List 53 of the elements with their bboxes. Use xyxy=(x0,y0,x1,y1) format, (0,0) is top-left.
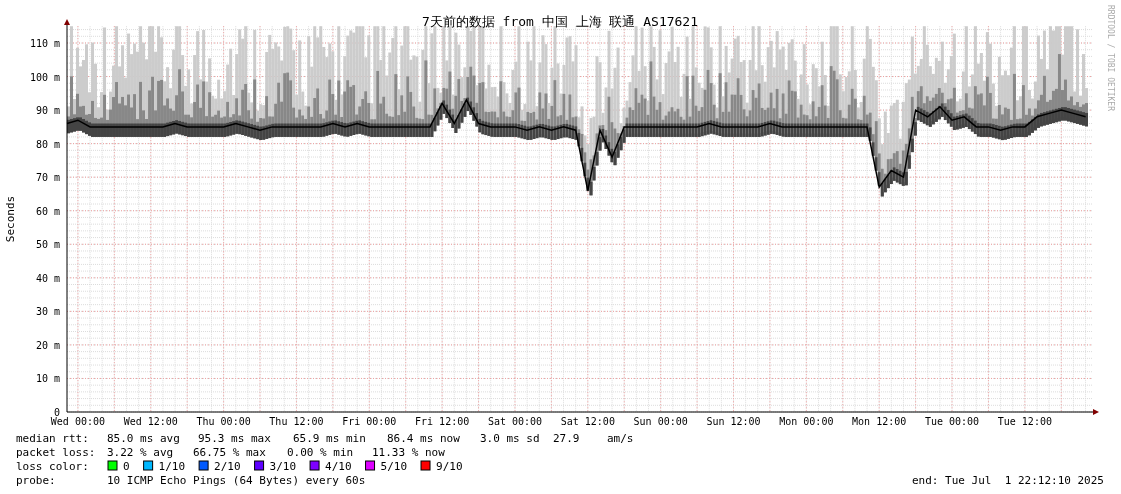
y-axis-title: Seconds xyxy=(4,195,17,243)
legend-label: 5/10 xyxy=(380,460,408,473)
y-tick-label: 30 m xyxy=(35,306,60,318)
end-time: end: Tue Jul 1 22:12:10 2025 xyxy=(911,474,1104,487)
x-tick-label: Thu 12:00 xyxy=(269,416,324,427)
x-tick-label: Fri 00:00 xyxy=(342,416,397,427)
stat-value: 3.22 % avg xyxy=(107,446,174,459)
x-tick-label: Sat 12:00 xyxy=(560,416,615,427)
legend-label: 0 xyxy=(123,460,130,473)
y-tick-label: 10 m xyxy=(35,373,60,385)
legend-label: loss color: xyxy=(16,460,89,473)
legend-label: 1/10 xyxy=(158,460,186,473)
y-tick-label: 80 m xyxy=(35,138,60,150)
legend-label: 9/10 xyxy=(436,460,463,473)
legend-label: 2/10 xyxy=(214,460,241,473)
y-tick-label: 100 m xyxy=(29,71,60,83)
y-tick-label: 50 m xyxy=(35,239,60,251)
x-tick-label: Sun 00:00 xyxy=(633,416,688,427)
y-tick-label: 40 m xyxy=(35,272,60,284)
x-tick-label: Wed 12:00 xyxy=(123,416,178,427)
y-tick-label: 90 m xyxy=(35,105,60,117)
stat-value: 65.9 ms min xyxy=(293,432,366,445)
x-tick-label: Mon 12:00 xyxy=(852,416,907,427)
x-tick-label: Wed 00:00 xyxy=(50,416,105,427)
stat-value: 11.33 % now xyxy=(372,446,445,459)
legend-label: 3/10 xyxy=(269,460,297,473)
x-tick-label: Fri 12:00 xyxy=(415,416,470,427)
legend-label: 4/10 xyxy=(325,460,352,473)
y-tick-label: 110 m xyxy=(29,38,60,49)
y-tick-label: 20 m xyxy=(35,339,60,351)
stat-value: 66.75 % max xyxy=(193,446,266,459)
y-tick-label: 60 m xyxy=(35,205,60,217)
y-tick-label: 0 xyxy=(53,407,60,418)
stat-value: am/s xyxy=(607,432,634,445)
legend-label: probe: xyxy=(16,474,56,487)
x-tick-label: Tue 12:00 xyxy=(997,416,1052,427)
stat-value: 86.4 ms now xyxy=(387,432,460,445)
x-tick-label: Sun 12:00 xyxy=(706,416,761,427)
chart-title: 7天前的数据 from 中国 上海 联通 AS17621 xyxy=(421,14,699,29)
stat-value: 85.0 ms avg xyxy=(107,432,180,445)
stat-value: 0.00 % min xyxy=(287,446,354,459)
legend-label: median rtt: xyxy=(16,432,89,445)
x-tick-label: Sat 00:00 xyxy=(487,416,543,427)
credit-text: RRDTOOL / TOBI OETIKER xyxy=(1106,5,1115,111)
stat-value: 95.3 ms max xyxy=(198,432,271,445)
x-tick-label: Mon 00:00 xyxy=(779,416,834,427)
x-tick-label: Thu 00:00 xyxy=(196,416,251,427)
stat-value: 27.9 xyxy=(553,432,580,445)
legend-label: packet loss: xyxy=(16,446,96,459)
x-tick-label: Tue 00:00 xyxy=(924,416,980,427)
y-tick-label: 70 m xyxy=(35,172,60,184)
probe-description: 10 ICMP Echo Pings (64 Bytes) every 60s xyxy=(107,474,366,487)
stat-value: 3.0 ms sd xyxy=(480,432,540,445)
